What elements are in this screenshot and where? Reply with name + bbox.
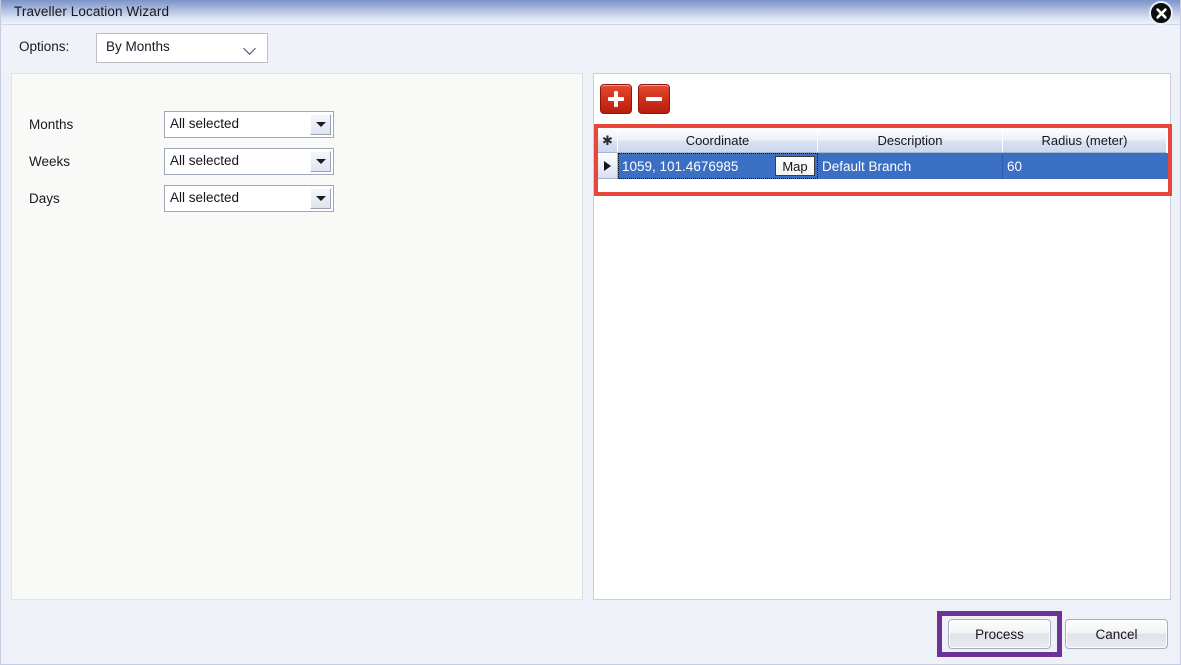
cell-coordinate-value: 1059, 101.4676985 <box>622 158 739 174</box>
field-row-weeks: Weeks All selected <box>12 148 582 178</box>
weeks-label: Weeks <box>29 154 71 169</box>
window-title: Traveller Location Wizard <box>14 4 170 19</box>
weeks-select-value: All selected <box>170 153 240 168</box>
options-select-value: By Months <box>106 39 170 54</box>
current-row-arrow-icon <box>598 153 618 179</box>
days-select[interactable]: All selected <box>164 185 334 212</box>
locations-panel: ✱ Coordinate Description Radius (meter) … <box>593 73 1172 600</box>
options-select[interactable]: By Months <box>96 33 268 63</box>
window-titlebar: Traveller Location Wizard <box>1 0 1180 25</box>
triangle-down-icon[interactable] <box>310 114 331 135</box>
grid-header-row: ✱ Coordinate Description Radius (meter) <box>598 128 1168 153</box>
remove-row-button[interactable] <box>638 84 670 114</box>
close-icon[interactable] <box>1149 1 1173 25</box>
triangle-down-icon[interactable] <box>310 188 331 209</box>
process-button[interactable]: Process <box>948 619 1051 649</box>
traveller-location-wizard-window: Traveller Location Wizard Options: By Mo… <box>0 0 1181 665</box>
days-label: Days <box>29 191 60 206</box>
column-header-coordinate[interactable]: Coordinate <box>618 128 818 153</box>
minus-icon <box>646 97 662 101</box>
months-select-value: All selected <box>170 116 240 131</box>
cell-radius[interactable]: 60 <box>1003 153 1166 179</box>
map-button[interactable]: Map <box>775 156 815 176</box>
chevron-down-icon <box>245 44 256 51</box>
new-row-asterisk-icon: ✱ <box>598 128 618 153</box>
weeks-select[interactable]: All selected <box>164 148 334 175</box>
field-row-months: Months All selected <box>12 111 582 141</box>
locations-grid: ✱ Coordinate Description Radius (meter) … <box>598 128 1168 179</box>
options-bar: Options: By Months <box>2 26 1180 72</box>
cell-description[interactable]: Default Branch <box>818 153 1003 179</box>
field-row-days: Days All selected <box>12 185 582 215</box>
triangle-down-icon[interactable] <box>310 151 331 172</box>
months-select[interactable]: All selected <box>164 111 334 138</box>
column-header-description[interactable]: Description <box>818 128 1003 153</box>
filters-panel: Months All selected Weeks All selected D… <box>11 73 583 600</box>
cancel-button[interactable]: Cancel <box>1065 619 1168 649</box>
table-row[interactable]: 1059, 101.4676985 Map Default Branch 60 <box>598 153 1168 179</box>
add-row-button[interactable] <box>600 84 632 114</box>
days-select-value: All selected <box>170 190 240 205</box>
column-header-radius[interactable]: Radius (meter) <box>1003 128 1166 153</box>
months-label: Months <box>29 117 74 132</box>
options-label: Options: <box>19 39 70 54</box>
cell-coordinate[interactable]: 1059, 101.4676985 Map <box>618 153 818 179</box>
